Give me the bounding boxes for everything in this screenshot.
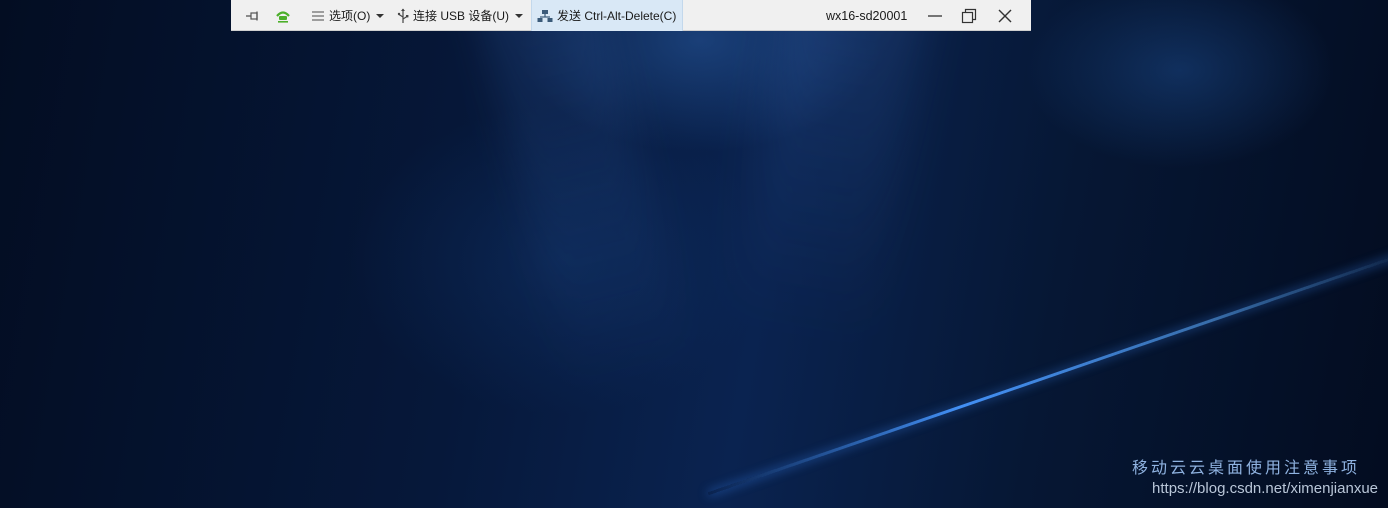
usb-devices-menu-label: 连接 USB 设备(U) — [413, 9, 510, 23]
send-ctrl-alt-delete-label: 发送 Ctrl-Alt-Delete(C) — [557, 9, 677, 23]
network-icon — [537, 9, 553, 23]
restore-button[interactable] — [955, 0, 983, 31]
pin-button[interactable] — [243, 0, 263, 31]
window-title: wx16-sd20001 — [826, 8, 908, 23]
minimize-button[interactable] — [921, 0, 949, 31]
remote-desktop-background: 移动云云桌面使用注意事项 https://blog.csdn.net/ximen… — [0, 0, 1388, 508]
minimize-icon — [927, 10, 943, 22]
chevron-down-icon — [515, 13, 524, 19]
connection-status[interactable] — [273, 0, 293, 31]
options-menu[interactable]: 选项(O) — [311, 0, 385, 31]
chevron-down-icon — [376, 13, 385, 19]
close-button[interactable] — [991, 0, 1019, 31]
watermark-url: https://blog.csdn.net/ximenjianxue — [1152, 480, 1378, 497]
light-beam — [729, 0, 931, 340]
send-ctrl-alt-delete-button[interactable]: 发送 Ctrl-Alt-Delete(C) — [531, 0, 684, 31]
pin-icon — [245, 10, 261, 22]
usb-icon — [397, 8, 409, 24]
menu-lines-icon — [311, 10, 325, 22]
remote-session-toolbar: 选项(O) 连接 USB 设备(U) 发送 Ctrl-Alt-Delete(C)… — [231, 0, 1031, 31]
options-menu-label: 选项(O) — [329, 9, 371, 23]
close-icon — [998, 9, 1012, 23]
restore-icon — [961, 8, 977, 24]
usb-devices-menu[interactable]: 连接 USB 设备(U) — [397, 0, 524, 31]
connection-status-icon — [275, 8, 291, 24]
watermark-title: 移动云云桌面使用注意事项 — [1131, 458, 1360, 477]
light-beam — [470, 0, 690, 389]
